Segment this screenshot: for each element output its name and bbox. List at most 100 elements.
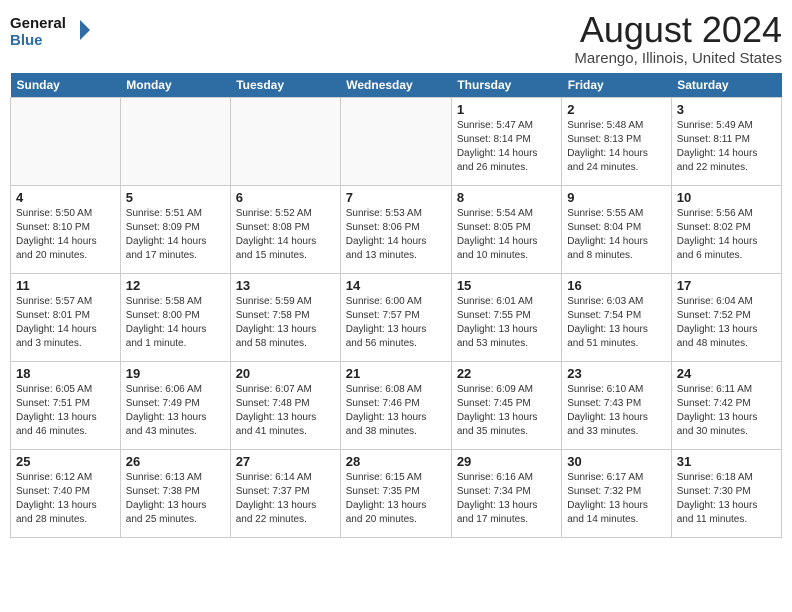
week-row: 11Sunrise: 5:57 AMSunset: 8:01 PMDayligh… [11, 273, 782, 361]
calendar-cell: 31Sunrise: 6:18 AMSunset: 7:30 PMDayligh… [671, 449, 781, 537]
day-number: 23 [567, 366, 666, 381]
svg-text:Blue: Blue [10, 32, 43, 49]
day-info: Sunrise: 5:56 AMSunset: 8:02 PMDaylight:… [677, 207, 776, 263]
day-number: 2 [567, 102, 666, 117]
day-number: 1 [457, 102, 556, 117]
weekday-header: Sunday [11, 73, 121, 98]
day-number: 14 [346, 278, 446, 293]
calendar-cell: 28 Sunrise: 6:15 AMSunset: 7:35 PMDayligh… [340, 449, 451, 537]
day-number: 24 [677, 366, 776, 381]
day-number: 20 [236, 366, 335, 381]
day-info: Sunrise: 6:15 AMSunset: 7:35 PMDaylight:… [346, 471, 446, 527]
month-title: August 2024 [574, 10, 782, 50]
day-info: Sunrise: 6:06 AMSunset: 7:49 PMDaylight:… [126, 383, 225, 439]
day-number: 27 [236, 454, 335, 469]
day-info: Sunrise: 6:07 AMSunset: 7:48 PMDaylight:… [236, 383, 335, 439]
day-info: Sunrise: 5:49 AMSunset: 8:11 PMDaylight:… [677, 119, 776, 175]
day-number: 21 [346, 366, 446, 381]
calendar-cell: 4 Sunrise: 5:50 AMSunset: 8:10 PMDaylight… [11, 185, 121, 273]
calendar-cell: 22Sunrise: 6:09 AMSunset: 7:45 PMDayligh… [451, 361, 561, 449]
calendar-cell: 21 Sunrise: 6:08 AMSunset: 7:46 PMDayligh… [340, 361, 451, 449]
day-info: Sunrise: 5:55 AMSunset: 8:04 PMDaylight:… [567, 207, 666, 263]
day-number: 15 [457, 278, 556, 293]
day-info: Sunrise: 5:59 AMSunset: 7:58 PMDaylight:… [236, 295, 335, 351]
calendar-cell: 6 Sunrise: 5:52 AMSunset: 8:08 PMDaylight… [230, 185, 340, 273]
day-info: Sunrise: 6:08 AMSunset: 7:46 PMDaylight:… [346, 383, 446, 439]
day-info: Sunrise: 6:11 AMSunset: 7:42 PMDaylight:… [677, 383, 776, 439]
day-info: Sunrise: 6:12 AMSunset: 7:40 PMDaylight:… [16, 471, 115, 527]
day-info: Sunrise: 5:52 AMSunset: 8:08 PMDaylight:… [236, 207, 335, 263]
calendar-cell: 5 Sunrise: 5:51 AMSunset: 8:09 PMDaylight… [120, 185, 230, 273]
weekday-header: Monday [120, 73, 230, 98]
logo: General Blue [10, 10, 90, 50]
calendar-cell: 16 Sunrise: 6:03 AMSunset: 7:54 PMDayligh… [562, 273, 672, 361]
day-info: Sunrise: 5:47 AMSunset: 8:14 PMDaylight:… [457, 119, 556, 175]
day-number: 17 [677, 278, 776, 293]
calendar-cell: 7 Sunrise: 5:53 AMSunset: 8:06 PMDaylight… [340, 185, 451, 273]
calendar-cell: 24 Sunrise: 6:11 AMSunset: 7:42 PMDayligh… [671, 361, 781, 449]
calendar-cell: 20 Sunrise: 6:07 AMSunset: 7:48 PMDayligh… [230, 361, 340, 449]
weekday-header: Wednesday [340, 73, 451, 98]
svg-text:General: General [10, 15, 66, 32]
week-row: 25 Sunrise: 6:12 AMSunset: 7:40 PMDayligh… [11, 449, 782, 537]
day-info: Sunrise: 6:03 AMSunset: 7:54 PMDaylight:… [567, 295, 666, 351]
day-info: Sunrise: 6:10 AMSunset: 7:43 PMDaylight:… [567, 383, 666, 439]
day-info: Sunrise: 6:16 AMSunset: 7:34 PMDaylight:… [457, 471, 556, 527]
day-number: 26 [126, 454, 225, 469]
week-row: 1 Sunrise: 5:47 AMSunset: 8:14 PMDaylight… [11, 97, 782, 185]
day-info: Sunrise: 6:18 AMSunset: 7:30 PMDaylight:… [677, 471, 776, 527]
day-info: Sunrise: 6:14 AMSunset: 7:37 PMDaylight:… [236, 471, 335, 527]
weekday-header: Tuesday [230, 73, 340, 98]
week-row: 18 Sunrise: 6:05 AMSunset: 7:51 PMDayligh… [11, 361, 782, 449]
day-number: 30 [567, 454, 666, 469]
day-number: 7 [346, 190, 446, 205]
calendar-cell: 19 Sunrise: 6:06 AMSunset: 7:49 PMDayligh… [120, 361, 230, 449]
day-number: 12 [126, 278, 225, 293]
calendar-cell [11, 97, 121, 185]
day-number: 19 [126, 366, 225, 381]
day-info: Sunrise: 6:05 AMSunset: 7:51 PMDaylight:… [16, 383, 115, 439]
calendar-cell: 29Sunrise: 6:16 AMSunset: 7:34 PMDayligh… [451, 449, 561, 537]
calendar-cell: 14 Sunrise: 6:00 AMSunset: 7:57 PMDayligh… [340, 273, 451, 361]
day-info: Sunrise: 6:00 AMSunset: 7:57 PMDaylight:… [346, 295, 446, 351]
calendar-cell: 8Sunrise: 5:54 AMSunset: 8:05 PMDaylight… [451, 185, 561, 273]
day-number: 3 [677, 102, 776, 117]
calendar-cell: 25 Sunrise: 6:12 AMSunset: 7:40 PMDayligh… [11, 449, 121, 537]
day-info: Sunrise: 6:13 AMSunset: 7:38 PMDaylight:… [126, 471, 225, 527]
day-number: 18 [16, 366, 115, 381]
calendar-cell: 26 Sunrise: 6:13 AMSunset: 7:38 PMDayligh… [120, 449, 230, 537]
day-number: 5 [126, 190, 225, 205]
calendar-cell: 15 Sunrise: 6:01 AMSunset: 7:55 PMDayligh… [451, 273, 561, 361]
day-number: 6 [236, 190, 335, 205]
calendar-cell: 11Sunrise: 5:57 AMSunset: 8:01 PMDayligh… [11, 273, 121, 361]
calendar-cell: 27 Sunrise: 6:14 AMSunset: 7:37 PMDayligh… [230, 449, 340, 537]
day-number: 9 [567, 190, 666, 205]
day-number: 28 [346, 454, 446, 469]
calendar-cell: 1 Sunrise: 5:47 AMSunset: 8:14 PMDaylight… [451, 97, 561, 185]
weekday-header-row: SundayMondayTuesdayWednesdayThursdayFrid… [11, 73, 782, 98]
day-info: Sunrise: 5:51 AMSunset: 8:09 PMDaylight:… [126, 207, 225, 263]
day-info: Sunrise: 6:01 AMSunset: 7:55 PMDaylight:… [457, 295, 556, 351]
day-info: Sunrise: 6:17 AMSunset: 7:32 PMDaylight:… [567, 471, 666, 527]
weekday-header: Thursday [451, 73, 561, 98]
day-info: Sunrise: 5:53 AMSunset: 8:06 PMDaylight:… [346, 207, 446, 263]
day-number: 16 [567, 278, 666, 293]
calendar-table: SundayMondayTuesdayWednesdayThursdayFrid… [10, 73, 782, 538]
calendar-cell: 10 Sunrise: 5:56 AMSunset: 8:02 PMDayligh… [671, 185, 781, 273]
day-info: Sunrise: 6:04 AMSunset: 7:52 PMDaylight:… [677, 295, 776, 351]
calendar-cell: 9 Sunrise: 5:55 AMSunset: 8:04 PMDaylight… [562, 185, 672, 273]
calendar-cell: 30 Sunrise: 6:17 AMSunset: 7:32 PMDayligh… [562, 449, 672, 537]
page-header: General Blue August 2024 Marengo, Illino… [10, 10, 782, 67]
day-info: Sunrise: 5:50 AMSunset: 8:10 PMDaylight:… [16, 207, 115, 263]
day-info: Sunrise: 5:58 AMSunset: 8:00 PMDaylight:… [126, 295, 225, 351]
calendar-cell: 18 Sunrise: 6:05 AMSunset: 7:51 PMDayligh… [11, 361, 121, 449]
logo-svg: General Blue [10, 10, 90, 50]
day-number: 4 [16, 190, 115, 205]
day-number: 11 [16, 278, 115, 293]
day-number: 13 [236, 278, 335, 293]
calendar-cell [340, 97, 451, 185]
day-number: 10 [677, 190, 776, 205]
calendar-cell: 2Sunrise: 5:48 AMSunset: 8:13 PMDaylight… [562, 97, 672, 185]
day-number: 25 [16, 454, 115, 469]
day-info: Sunrise: 6:09 AMSunset: 7:45 PMDaylight:… [457, 383, 556, 439]
